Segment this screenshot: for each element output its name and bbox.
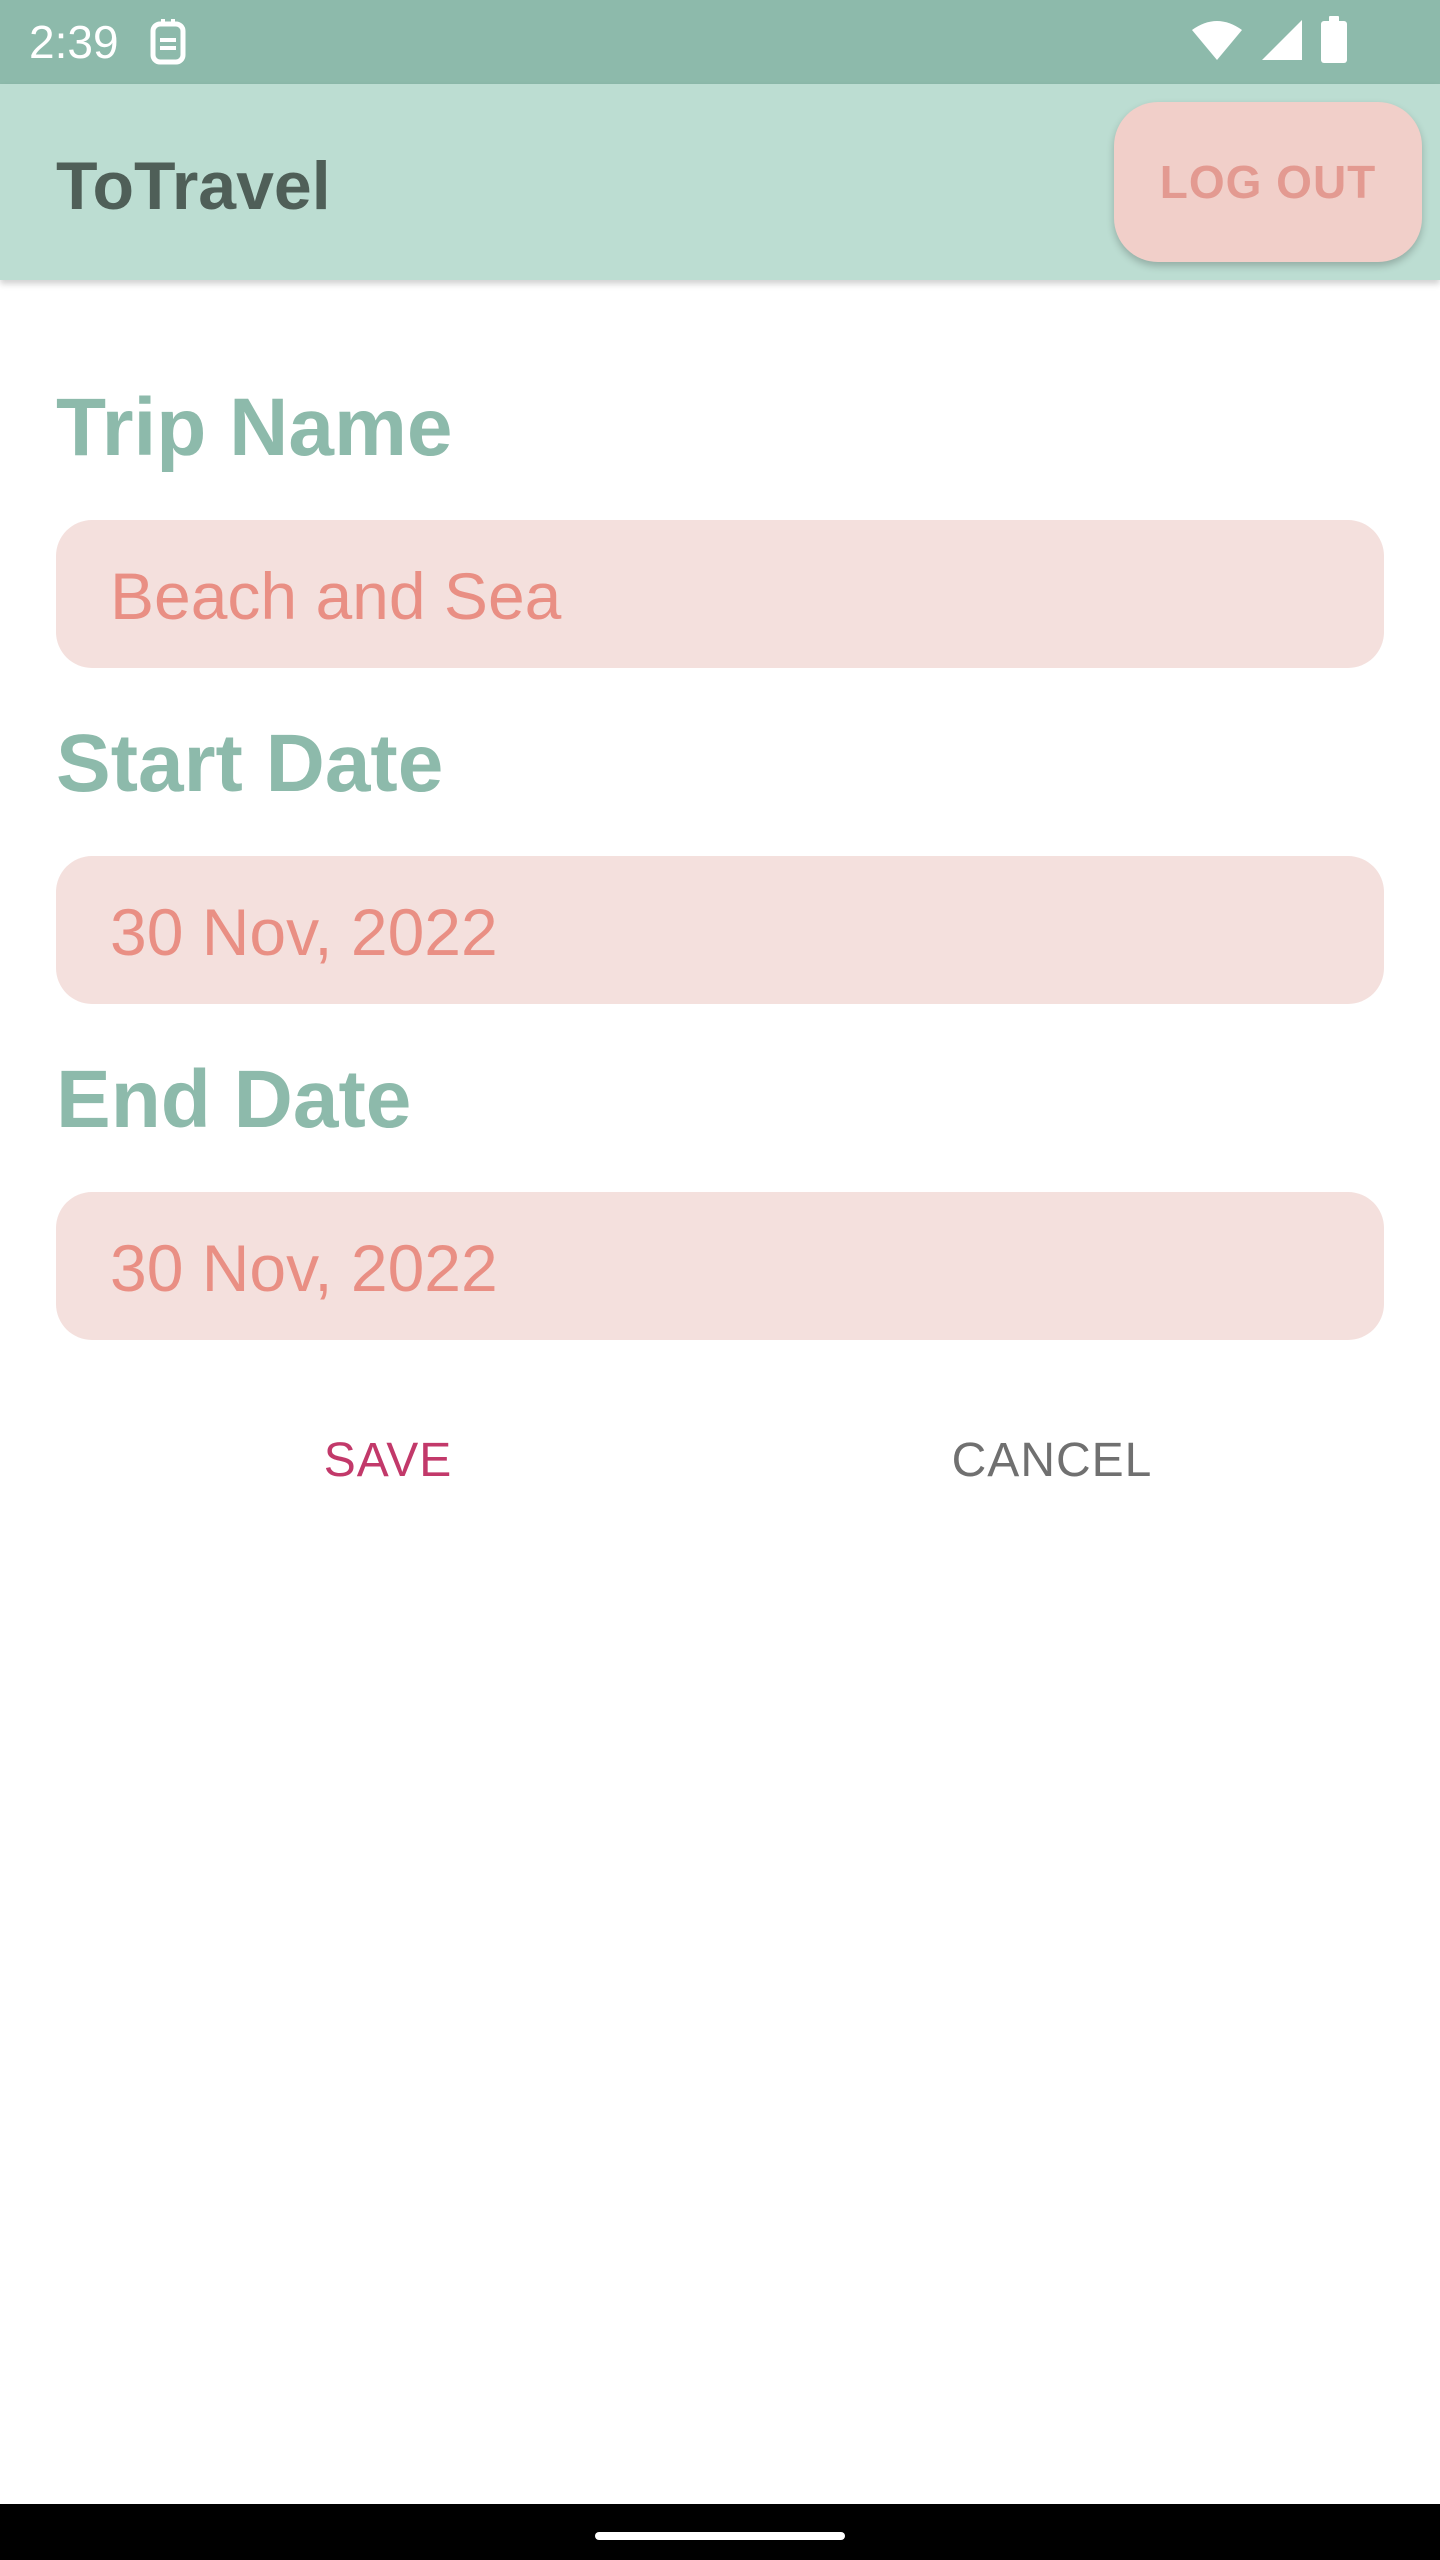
cellular-signal-icon (1260, 18, 1304, 67)
status-time: 2:39 (29, 16, 119, 68)
status-icons (1190, 15, 1348, 69)
end-date-field[interactable]: 30 Nov, 2022 (56, 1192, 1384, 1340)
home-indicator[interactable] (595, 2532, 845, 2540)
logout-button[interactable]: LOG OUT (1114, 102, 1422, 262)
sim-card-icon (148, 18, 188, 66)
navigation-bar (0, 2504, 1440, 2560)
end-date-label: End Date (56, 1054, 412, 1145)
status-bar: 2:39 (0, 0, 1440, 84)
end-date-value: 30 Nov, 2022 (110, 1231, 498, 1305)
app-bar: ToTravel LOG OUT (0, 84, 1440, 280)
cancel-button[interactable]: CANCEL (932, 1426, 1172, 1496)
start-date-label: Start Date (56, 718, 444, 809)
start-date-field[interactable]: 30 Nov, 2022 (56, 856, 1384, 1004)
trip-name-value: Beach and Sea (110, 559, 562, 633)
trip-name-field[interactable]: Beach and Sea (56, 520, 1384, 668)
app-title: ToTravel (56, 148, 331, 224)
save-button[interactable]: SAVE (288, 1426, 488, 1496)
wifi-icon (1190, 18, 1244, 67)
start-date-value: 30 Nov, 2022 (110, 895, 498, 969)
trip-name-label: Trip Name (56, 382, 453, 473)
battery-icon (1320, 15, 1348, 69)
